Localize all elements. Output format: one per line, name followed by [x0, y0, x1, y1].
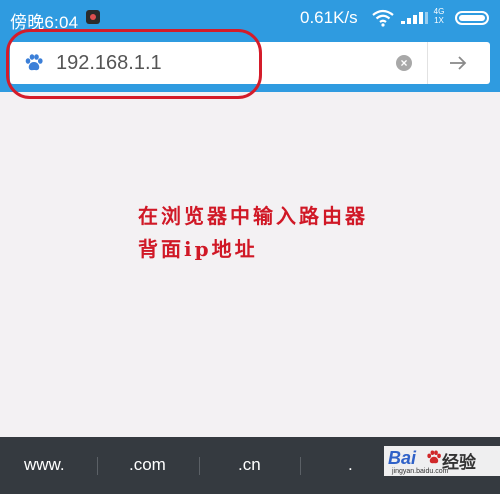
go-arrow-icon[interactable]: [448, 53, 468, 78]
watermark-url: jingyan.baidu.com: [392, 468, 449, 475]
signal-icon: [401, 11, 429, 30]
address-divider: [427, 42, 428, 84]
suggestion-divider: [97, 457, 98, 475]
suggestion-com[interactable]: .com: [129, 455, 166, 475]
suggestion-dot[interactable]: .: [348, 455, 353, 475]
network-type-1x: 1X: [434, 16, 444, 25]
suggestion-cn[interactable]: .cn: [238, 455, 261, 475]
network-speed: 0.61K/s: [300, 8, 358, 27]
clear-icon[interactable]: ×: [396, 55, 412, 71]
battery-icon: [455, 11, 489, 25]
watermark-paw-icon: [426, 450, 442, 470]
network-type-label: 4G 1X: [432, 7, 446, 25]
instruction-line-1: 在浏览器中输入路由器: [138, 204, 368, 228]
baidu-jingyan-watermark: Bai 经验 jingyan.baidu.com: [384, 446, 500, 476]
watermark-bai: Bai: [388, 448, 417, 468]
instruction-line-2: 背面ip地址: [138, 237, 258, 261]
suggestion-www[interactable]: www.: [24, 455, 65, 475]
record-icon: [86, 10, 100, 24]
wifi-icon: [371, 9, 395, 32]
highlight-annotation-ellipse: [6, 29, 262, 99]
suggestion-divider: [300, 457, 301, 475]
network-type-4g: 4G: [433, 7, 445, 16]
suggestion-divider: [199, 457, 200, 475]
instruction-annotation: 在浏览器中输入路由器 背面ip地址: [138, 200, 368, 266]
